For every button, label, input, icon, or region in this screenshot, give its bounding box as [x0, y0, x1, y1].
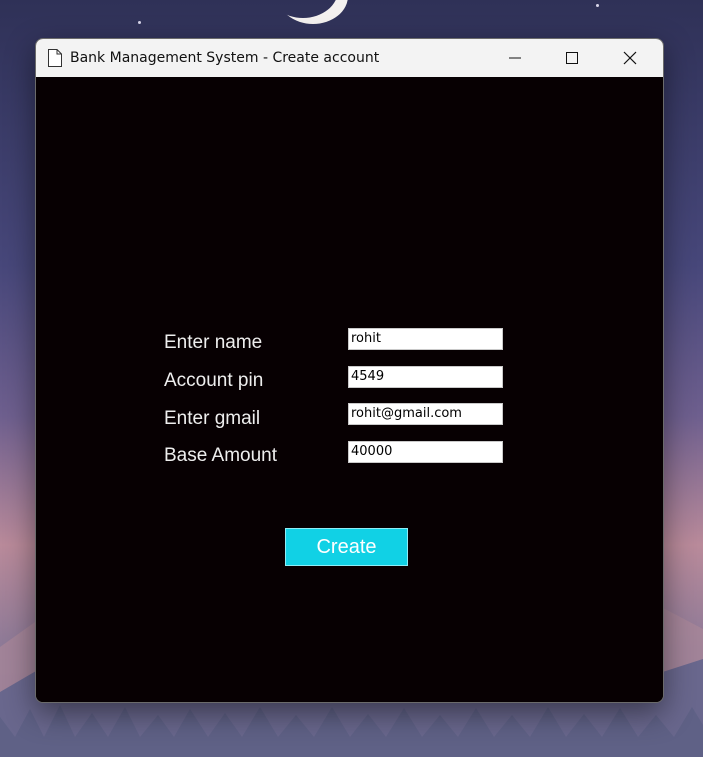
- create-account-form: Enter name Account pin Enter gmail Base …: [36, 77, 663, 702]
- star-graphic: [596, 4, 599, 7]
- name-input[interactable]: [348, 328, 503, 350]
- title-bar[interactable]: Bank Management System - Create account: [36, 39, 663, 77]
- account-pin-input[interactable]: [348, 366, 503, 388]
- base-amount-label: Base Amount: [164, 445, 278, 466]
- base-amount-input[interactable]: [348, 441, 503, 463]
- close-icon: [623, 51, 637, 65]
- maximize-button[interactable]: [543, 39, 601, 77]
- name-label: Enter name: [164, 332, 263, 353]
- close-button[interactable]: [601, 39, 659, 77]
- gmail-label: Enter gmail: [164, 408, 261, 429]
- minimize-button[interactable]: [486, 39, 544, 77]
- account-pin-label: Account pin: [164, 370, 264, 391]
- document-icon: [48, 49, 62, 67]
- star-graphic: [138, 21, 141, 24]
- maximize-icon: [566, 52, 578, 64]
- window-title: Bank Management System - Create account: [70, 50, 380, 66]
- gmail-input[interactable]: [348, 403, 503, 425]
- moon-graphic: [268, 0, 338, 18]
- app-window: Bank Management System - Create account …: [35, 38, 664, 703]
- minimize-icon: [509, 57, 521, 59]
- create-button[interactable]: Create: [285, 528, 408, 566]
